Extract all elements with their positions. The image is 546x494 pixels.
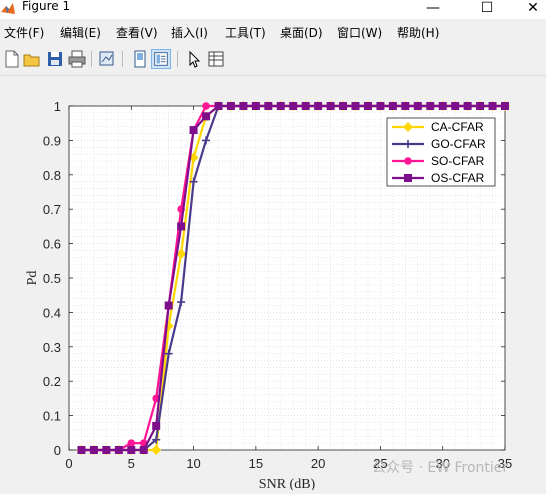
watermark: 公众号 · EW Frontier (372, 460, 509, 476)
y-tick-label: 0.3 (43, 340, 61, 355)
data-point-marker (289, 102, 298, 110)
data-point-marker (202, 102, 210, 110)
data-point-marker (404, 157, 412, 165)
data-point-marker (127, 446, 136, 454)
y-tick-label: 0.2 (43, 374, 61, 389)
menu-file[interactable]: 文件(F) (4, 24, 44, 41)
data-point-marker (127, 439, 136, 447)
save-icon[interactable] (45, 49, 65, 69)
property-inspector-icon[interactable] (206, 49, 226, 69)
y-tick-label: 0.8 (43, 168, 61, 183)
window-title: Figure 1 (22, 0, 71, 13)
title-bar: Figure 1 — ☐ ✕ (0, 0, 546, 19)
matlab-logo-icon (1, 3, 15, 14)
y-tick-label: 0.7 (43, 202, 61, 217)
maximize-button[interactable]: ☐ (464, 0, 510, 18)
select-arrow-icon[interactable] (184, 49, 204, 69)
data-point-marker (363, 102, 372, 110)
data-point-marker (226, 102, 235, 110)
data-point-marker (339, 102, 348, 110)
data-point-marker (404, 174, 412, 182)
data-point-marker (102, 446, 111, 454)
link-plot-icon[interactable] (97, 49, 117, 69)
legend-label: SO-CFAR (431, 154, 485, 168)
toolbar-separator (91, 51, 92, 67)
data-point-marker (451, 102, 460, 110)
menu-bar: 文件(F) 编辑(E) 查看(V) 插入(I) 工具(T) 桌面(D) 窗口(W… (0, 19, 546, 43)
hide-plot-tools-icon[interactable] (130, 49, 150, 69)
data-point-marker (488, 102, 497, 110)
y-tick-label: 0.1 (43, 409, 61, 424)
print-icon[interactable] (67, 49, 87, 69)
close-button[interactable]: ✕ (510, 0, 546, 18)
data-point-marker (164, 301, 173, 310)
y-axis-label: Pd (25, 271, 40, 286)
data-point-marker (114, 446, 123, 454)
y-tick-label: 0.5 (43, 271, 61, 286)
menu-window[interactable]: 窗口(W) (337, 24, 382, 41)
data-point-marker (426, 102, 435, 110)
x-tick-label: 5 (128, 456, 135, 471)
legend-label: GO-CFAR (431, 137, 486, 151)
figure-canvas: 0 5 10 15 20 25 30 35 0 0.1 0.2 0.3 0.4 0.5 0.6 0.7 0.8 0… (0, 76, 546, 492)
menu-insert[interactable]: 插入(I) (171, 24, 208, 41)
data-point-marker (251, 102, 260, 110)
x-tick-label: 20 (311, 456, 325, 471)
new-figure-icon[interactable] (2, 49, 22, 69)
x-axis-label: SNR (dB) (259, 477, 316, 490)
data-point-marker (501, 102, 509, 110)
menu-edit[interactable]: 编辑(E) (60, 24, 101, 41)
toolbar-separator (122, 51, 123, 67)
y-tick-label: 1 (54, 99, 61, 114)
data-point-marker (139, 446, 148, 454)
y-tick-label: 0.9 (43, 133, 61, 148)
data-point-marker (301, 102, 310, 110)
legend-label: CA-CFAR (431, 120, 484, 134)
show-plot-tools-icon[interactable] (151, 49, 171, 69)
data-point-marker (89, 446, 98, 454)
data-point-marker (152, 421, 161, 430)
data-point-marker (264, 102, 273, 110)
data-point-marker (413, 102, 422, 110)
x-tick-label: 0 (65, 456, 72, 471)
x-tick-label: 10 (186, 456, 200, 471)
data-point-marker (177, 222, 186, 231)
data-point-marker (463, 102, 472, 110)
data-point-marker (276, 102, 285, 110)
legend: CA-CFAR GO-CFAR SO-CFAR OS-CFAR (386, 117, 496, 187)
legend-label: OS-CFAR (431, 171, 485, 185)
menu-desktop[interactable]: 桌面(D) (280, 24, 323, 41)
menu-help[interactable]: 帮助(H) (397, 24, 439, 41)
data-point-marker (476, 102, 485, 110)
data-point-marker (77, 446, 86, 454)
menu-tools[interactable]: 工具(T) (225, 24, 266, 41)
data-point-marker (388, 102, 397, 110)
data-point-marker (438, 102, 447, 110)
toolbar-separator (177, 51, 178, 67)
data-point-marker (189, 126, 198, 135)
open-icon[interactable] (22, 49, 42, 69)
y-tick-label: 0.4 (43, 305, 61, 320)
data-point-marker (351, 102, 360, 110)
plot-svg: 0 5 10 15 20 25 30 3500.10.20.30.40.50.60.70.80… (25, 99, 512, 492)
data-point-marker (239, 102, 248, 110)
minimize-button[interactable]: — (410, 0, 456, 18)
data-point-marker (326, 102, 335, 110)
figure-toolbar (0, 43, 546, 76)
y-tick-label: 0.6 (43, 237, 61, 252)
data-point-marker (202, 112, 211, 121)
x-tick-label: 15 (249, 456, 263, 471)
menu-view[interactable]: 查看(V) (116, 24, 158, 41)
y-tick-label: 0 (54, 443, 61, 458)
data-point-marker (214, 102, 223, 110)
data-point-marker (401, 102, 410, 110)
data-point-marker (314, 102, 323, 110)
data-point-marker (376, 102, 385, 110)
